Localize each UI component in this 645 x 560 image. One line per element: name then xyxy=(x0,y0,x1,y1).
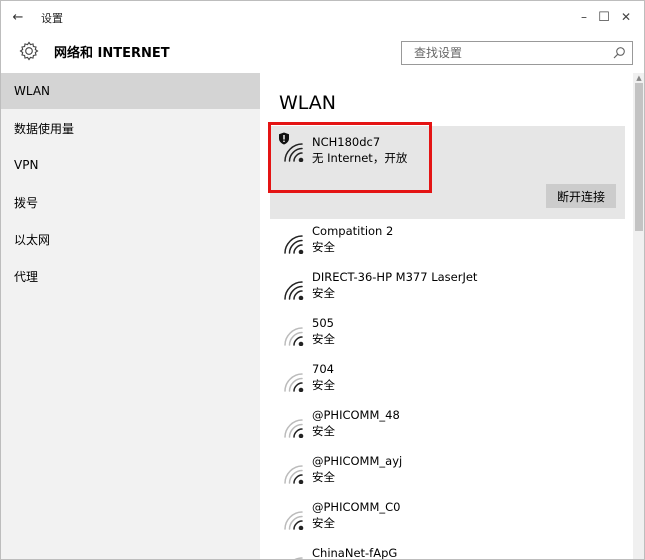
wifi-icon xyxy=(284,373,304,392)
scroll-thumb[interactable] xyxy=(635,83,643,231)
sidebar-item-proxy[interactable]: 代理 xyxy=(1,258,260,294)
sidebar-item-wlan[interactable]: WLAN xyxy=(1,73,260,109)
main-content: WLAN NCH180dc7 无 Internet，开放 断开连接 Compat… xyxy=(260,73,644,560)
network-status: 安全 xyxy=(312,516,335,530)
network-status: 安全 xyxy=(312,424,335,438)
network-name: @PHICOMM_48 xyxy=(312,408,400,422)
search-icon[interactable] xyxy=(612,46,626,60)
window-title: 设置 xyxy=(41,12,63,25)
network-name: DIRECT-36-HP M377 LaserJet xyxy=(312,270,478,284)
close-button[interactable]: ✕ xyxy=(606,1,644,33)
network-list-item[interactable]: DIRECT-36-HP M377 LaserJet 安全 xyxy=(270,266,625,311)
wifi-icon xyxy=(284,281,304,300)
network-name: NCH180dc7 xyxy=(312,135,381,149)
disconnect-button[interactable]: 断开连接 xyxy=(546,184,616,208)
sidebar-item-data-usage[interactable]: 数据使用量 xyxy=(1,110,260,146)
page-header: 网络和 INTERNET xyxy=(1,33,644,69)
search-box[interactable] xyxy=(401,41,633,65)
gear-icon xyxy=(19,41,39,61)
wifi-icon xyxy=(284,327,304,346)
network-list-item[interactable]: 505 安全 xyxy=(270,312,625,357)
back-button[interactable]: ← xyxy=(1,1,35,33)
sidebar: WLAN 数据使用量 VPN 拨号 以太网 代理 xyxy=(1,73,260,559)
wifi-icon xyxy=(284,511,304,530)
network-name: @PHICOMM_ayj xyxy=(312,454,403,468)
network-name: 704 xyxy=(312,362,334,376)
network-status: 安全 xyxy=(312,470,335,484)
network-name: @PHICOMM_C0 xyxy=(312,500,401,514)
network-list-item[interactable]: Compatition 2 安全 xyxy=(270,220,625,265)
connected-network-card[interactable]: NCH180dc7 无 Internet，开放 断开连接 xyxy=(270,126,625,219)
scroll-up-arrow-icon[interactable]: ▲ xyxy=(633,73,644,83)
network-list-item[interactable]: 704 安全 xyxy=(270,358,625,403)
network-list-item[interactable]: @PHICOMM_ayj 安全 xyxy=(270,450,625,495)
sidebar-item-dialup[interactable]: 拨号 xyxy=(1,184,260,220)
network-name: Compatition 2 xyxy=(312,224,394,238)
search-input[interactable] xyxy=(402,42,602,64)
scrollbar[interactable]: ▲ xyxy=(633,73,644,559)
network-name: ChinaNet-fApG xyxy=(312,546,398,560)
network-list-item[interactable]: ChinaNet-fApG 安全 xyxy=(270,542,625,560)
network-name: 505 xyxy=(312,316,334,330)
wifi-icon xyxy=(284,465,304,484)
page-title: 网络和 INTERNET xyxy=(54,46,170,61)
sidebar-item-ethernet[interactable]: 以太网 xyxy=(1,221,260,257)
title-bar: ← 设置 – ☐ ✕ xyxy=(1,1,644,33)
network-status: 安全 xyxy=(312,378,335,392)
network-list-item[interactable]: @PHICOMM_48 安全 xyxy=(270,404,625,449)
network-status: 无 Internet，开放 xyxy=(312,151,408,165)
wifi-icon xyxy=(294,557,303,559)
network-list-item[interactable]: @PHICOMM_C0 安全 xyxy=(270,496,625,541)
settings-window: ← 设置 – ☐ ✕ 网络和 INTERNET WLAN 数据使用量 VPN 拨… xyxy=(0,0,645,560)
wifi-icon xyxy=(284,235,304,254)
section-title: WLAN xyxy=(279,92,337,114)
sidebar-item-vpn[interactable]: VPN xyxy=(1,147,260,183)
network-status: 安全 xyxy=(312,332,335,346)
wifi-icon xyxy=(284,143,304,162)
wifi-icon xyxy=(284,419,304,438)
network-status: 安全 xyxy=(312,240,335,254)
network-status: 安全 xyxy=(312,286,335,300)
